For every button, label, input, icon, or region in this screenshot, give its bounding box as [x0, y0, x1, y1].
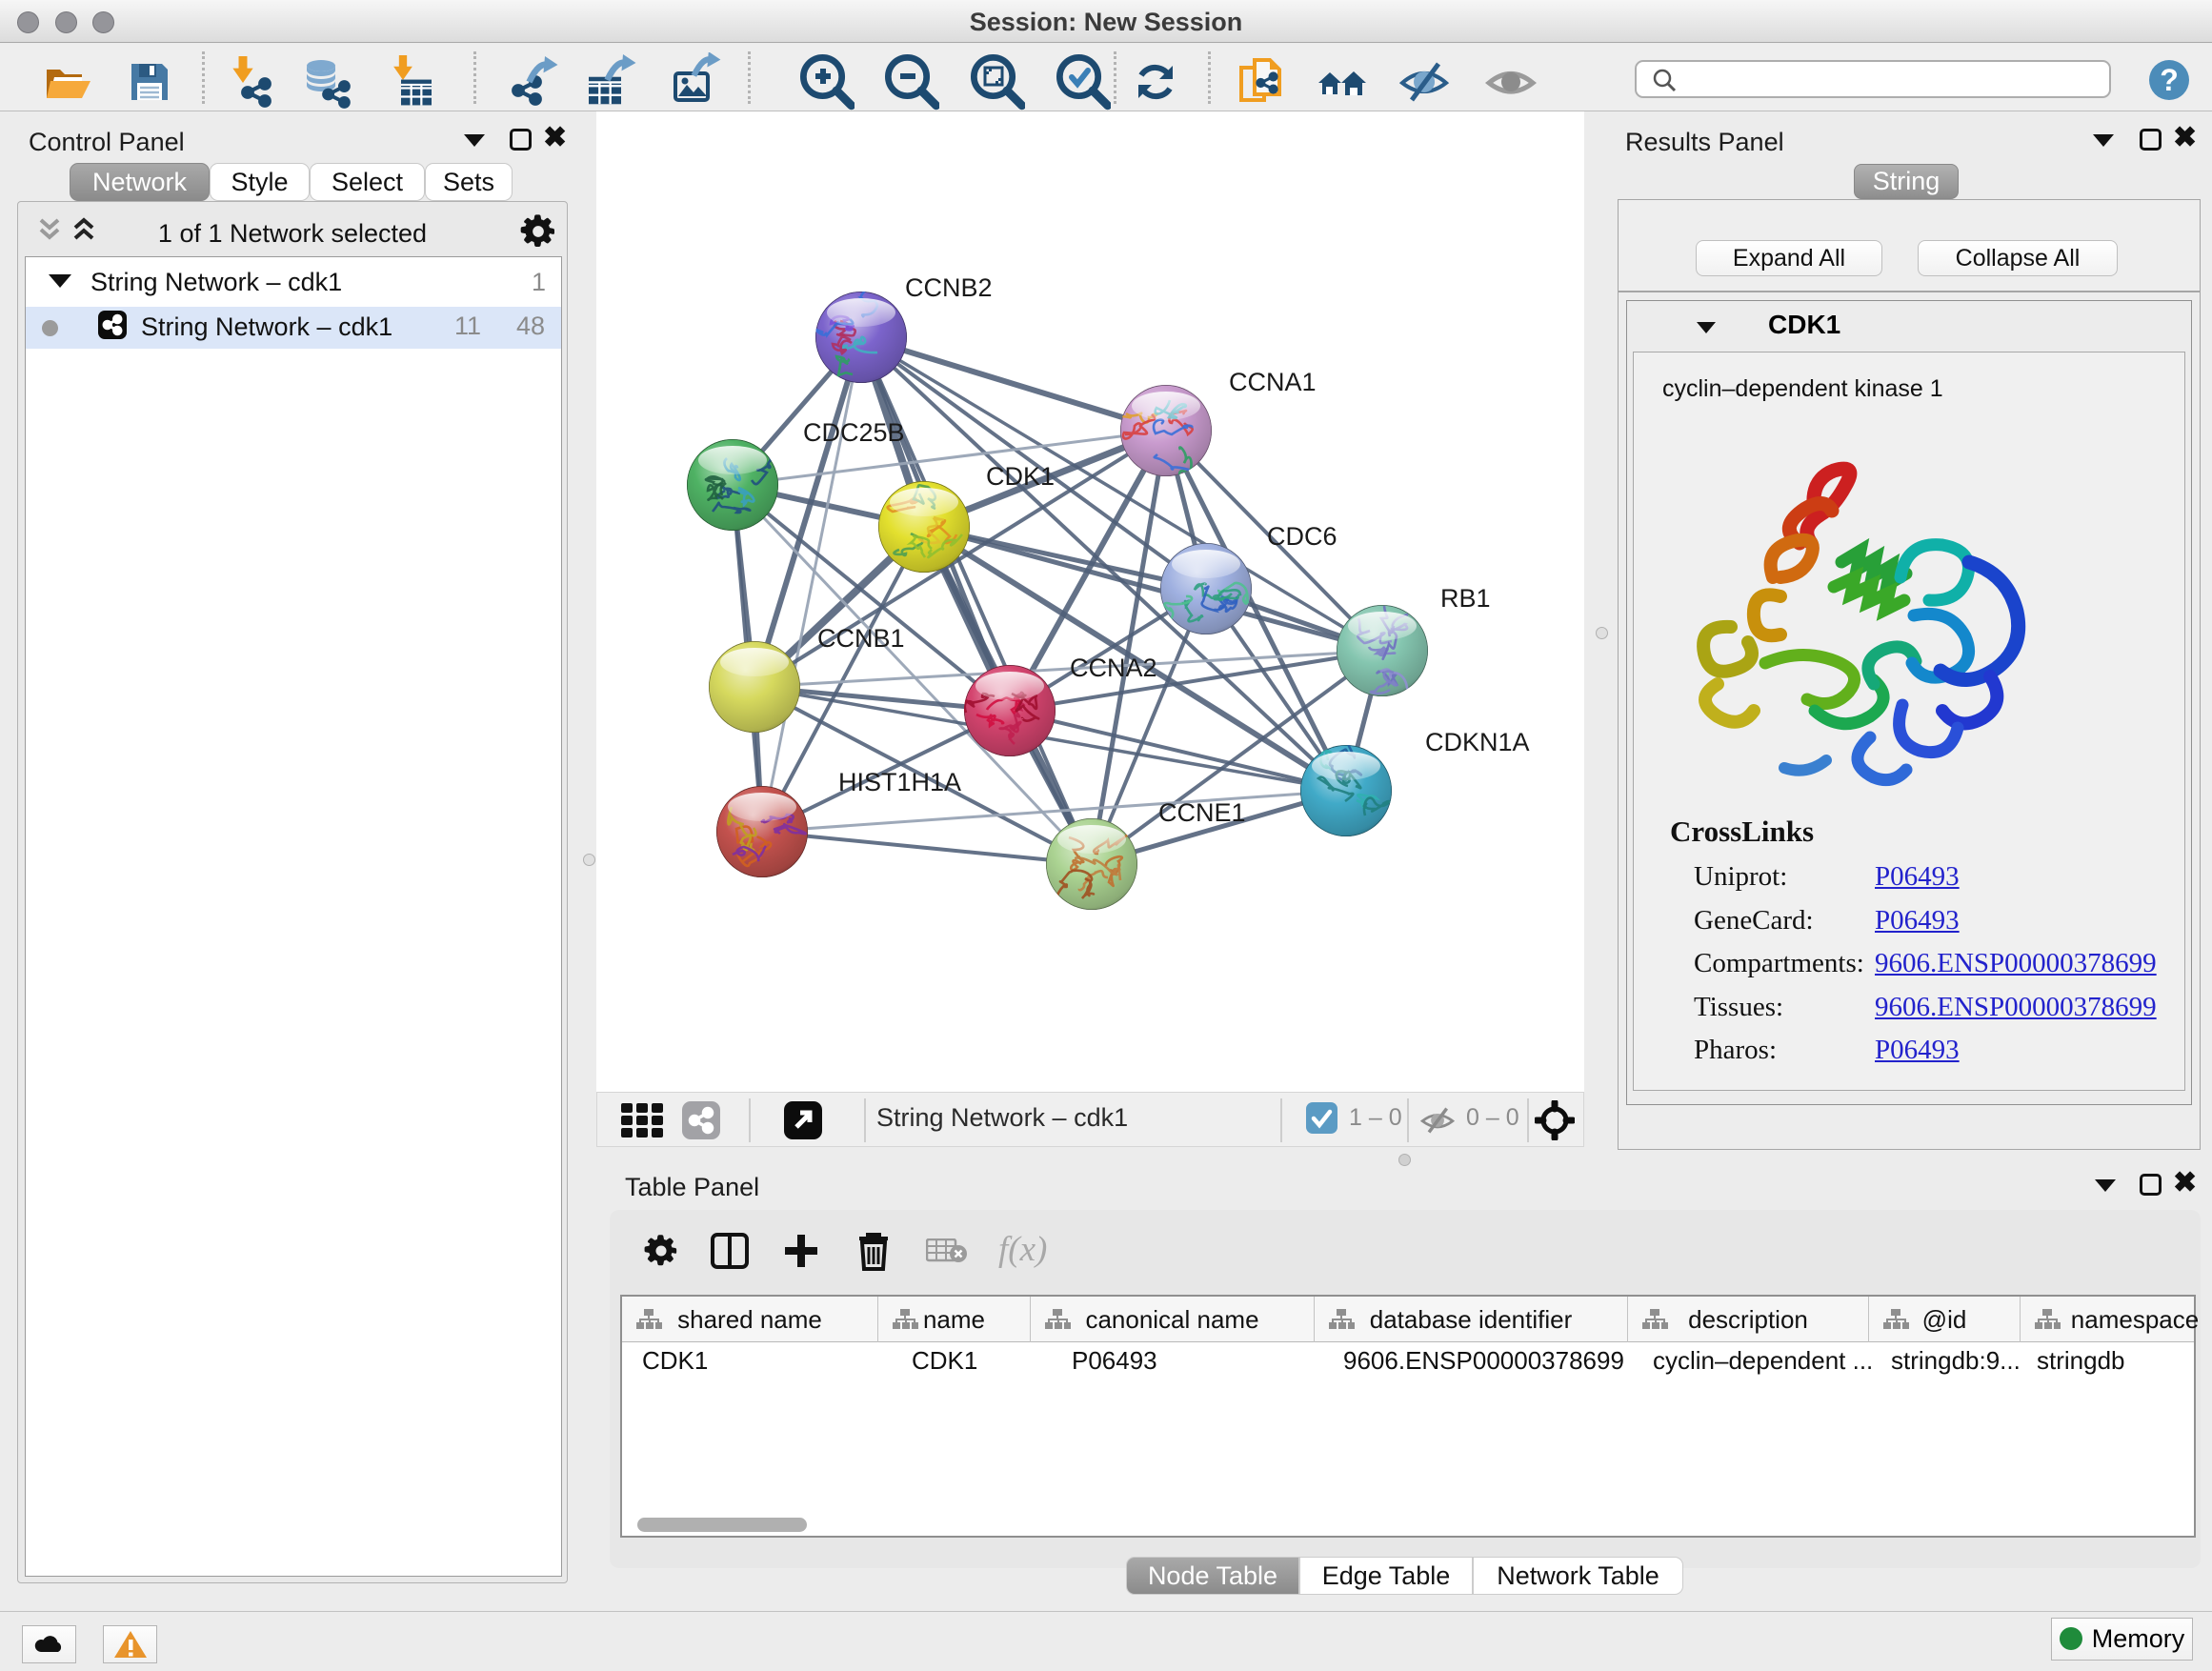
- svg-text:RB1: RB1: [1440, 584, 1491, 613]
- svg-text:CCNB2: CCNB2: [905, 273, 993, 302]
- svg-text:CDC25B: CDC25B: [803, 418, 905, 447]
- svg-text:CDC6: CDC6: [1267, 522, 1337, 551]
- svg-text:HIST1H1A: HIST1H1A: [838, 768, 961, 796]
- svg-text:CCNB1: CCNB1: [817, 624, 905, 653]
- svg-text:CCNE1: CCNE1: [1158, 798, 1246, 827]
- svg-text:CCNA2: CCNA2: [1070, 654, 1157, 682]
- svg-text:CDK1: CDK1: [986, 462, 1055, 491]
- svg-text:CDKN1A: CDKN1A: [1425, 728, 1530, 756]
- svg-text:CCNA1: CCNA1: [1229, 368, 1317, 396]
